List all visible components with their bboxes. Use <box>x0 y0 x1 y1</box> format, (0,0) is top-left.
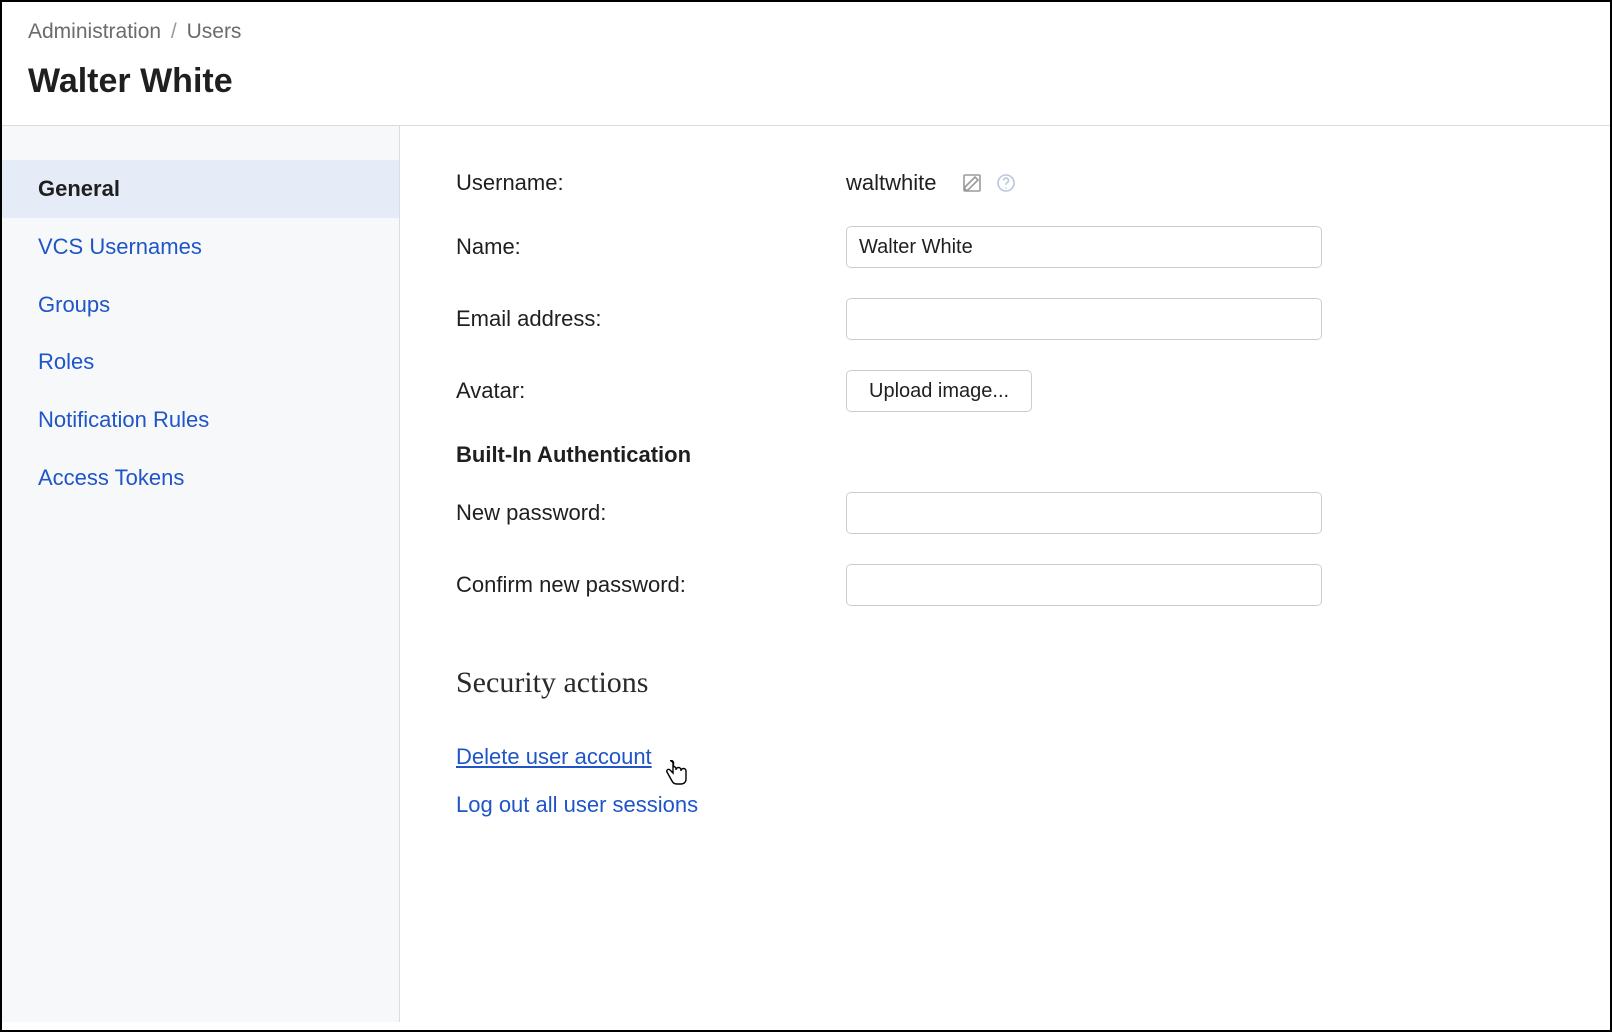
sidebar-item-groups[interactable]: Groups <box>2 276 399 334</box>
confirm-password-field[interactable] <box>846 564 1322 606</box>
row-name: Name: <box>456 226 1554 268</box>
new-password-field[interactable] <box>846 492 1322 534</box>
name-field[interactable] <box>846 226 1322 268</box>
help-icon[interactable] <box>994 171 1018 195</box>
breadcrumb-separator: / <box>171 20 177 43</box>
label-email: Email address: <box>456 306 846 332</box>
breadcrumb-users[interactable]: Users <box>187 20 242 43</box>
breadcrumb: Administration / Users <box>28 20 1584 44</box>
edit-icon[interactable] <box>960 171 984 195</box>
sidebar-item-access-tokens[interactable]: Access Tokens <box>2 449 399 507</box>
main-content: Username: waltwhite Name: <box>400 126 1610 1022</box>
row-avatar: Avatar: Upload image... <box>456 370 1554 412</box>
sidebar-item-general[interactable]: General <box>2 160 399 218</box>
label-confirm-password: Confirm new password: <box>456 572 846 598</box>
sidebar-item-vcs-usernames[interactable]: VCS Usernames <box>2 218 399 276</box>
email-field[interactable] <box>846 298 1322 340</box>
label-name: Name: <box>456 234 846 260</box>
page-title: Walter White <box>28 62 1584 101</box>
label-new-password: New password: <box>456 500 846 526</box>
row-confirm-password: Confirm new password: <box>456 564 1554 606</box>
logout-all-sessions-link[interactable]: Log out all user sessions <box>456 792 1554 818</box>
security-heading: Security actions <box>456 666 1554 700</box>
sidebar-item-roles[interactable]: Roles <box>2 333 399 391</box>
row-new-password: New password: <box>456 492 1554 534</box>
row-username: Username: waltwhite <box>456 170 1554 196</box>
sidebar-item-notification-rules[interactable]: Notification Rules <box>2 391 399 449</box>
sidebar: General VCS Usernames Groups Roles Notif… <box>2 126 400 1022</box>
page-header: Administration / Users Walter White <box>2 2 1610 126</box>
value-username: waltwhite <box>846 170 936 196</box>
upload-image-button[interactable]: Upload image... <box>846 370 1032 412</box>
label-username: Username: <box>456 170 846 196</box>
delete-user-account-link[interactable]: Delete user account <box>456 744 1554 770</box>
label-avatar: Avatar: <box>456 378 846 404</box>
row-email: Email address: <box>456 298 1554 340</box>
auth-heading: Built-In Authentication <box>456 442 1554 468</box>
breadcrumb-administration[interactable]: Administration <box>28 20 161 43</box>
